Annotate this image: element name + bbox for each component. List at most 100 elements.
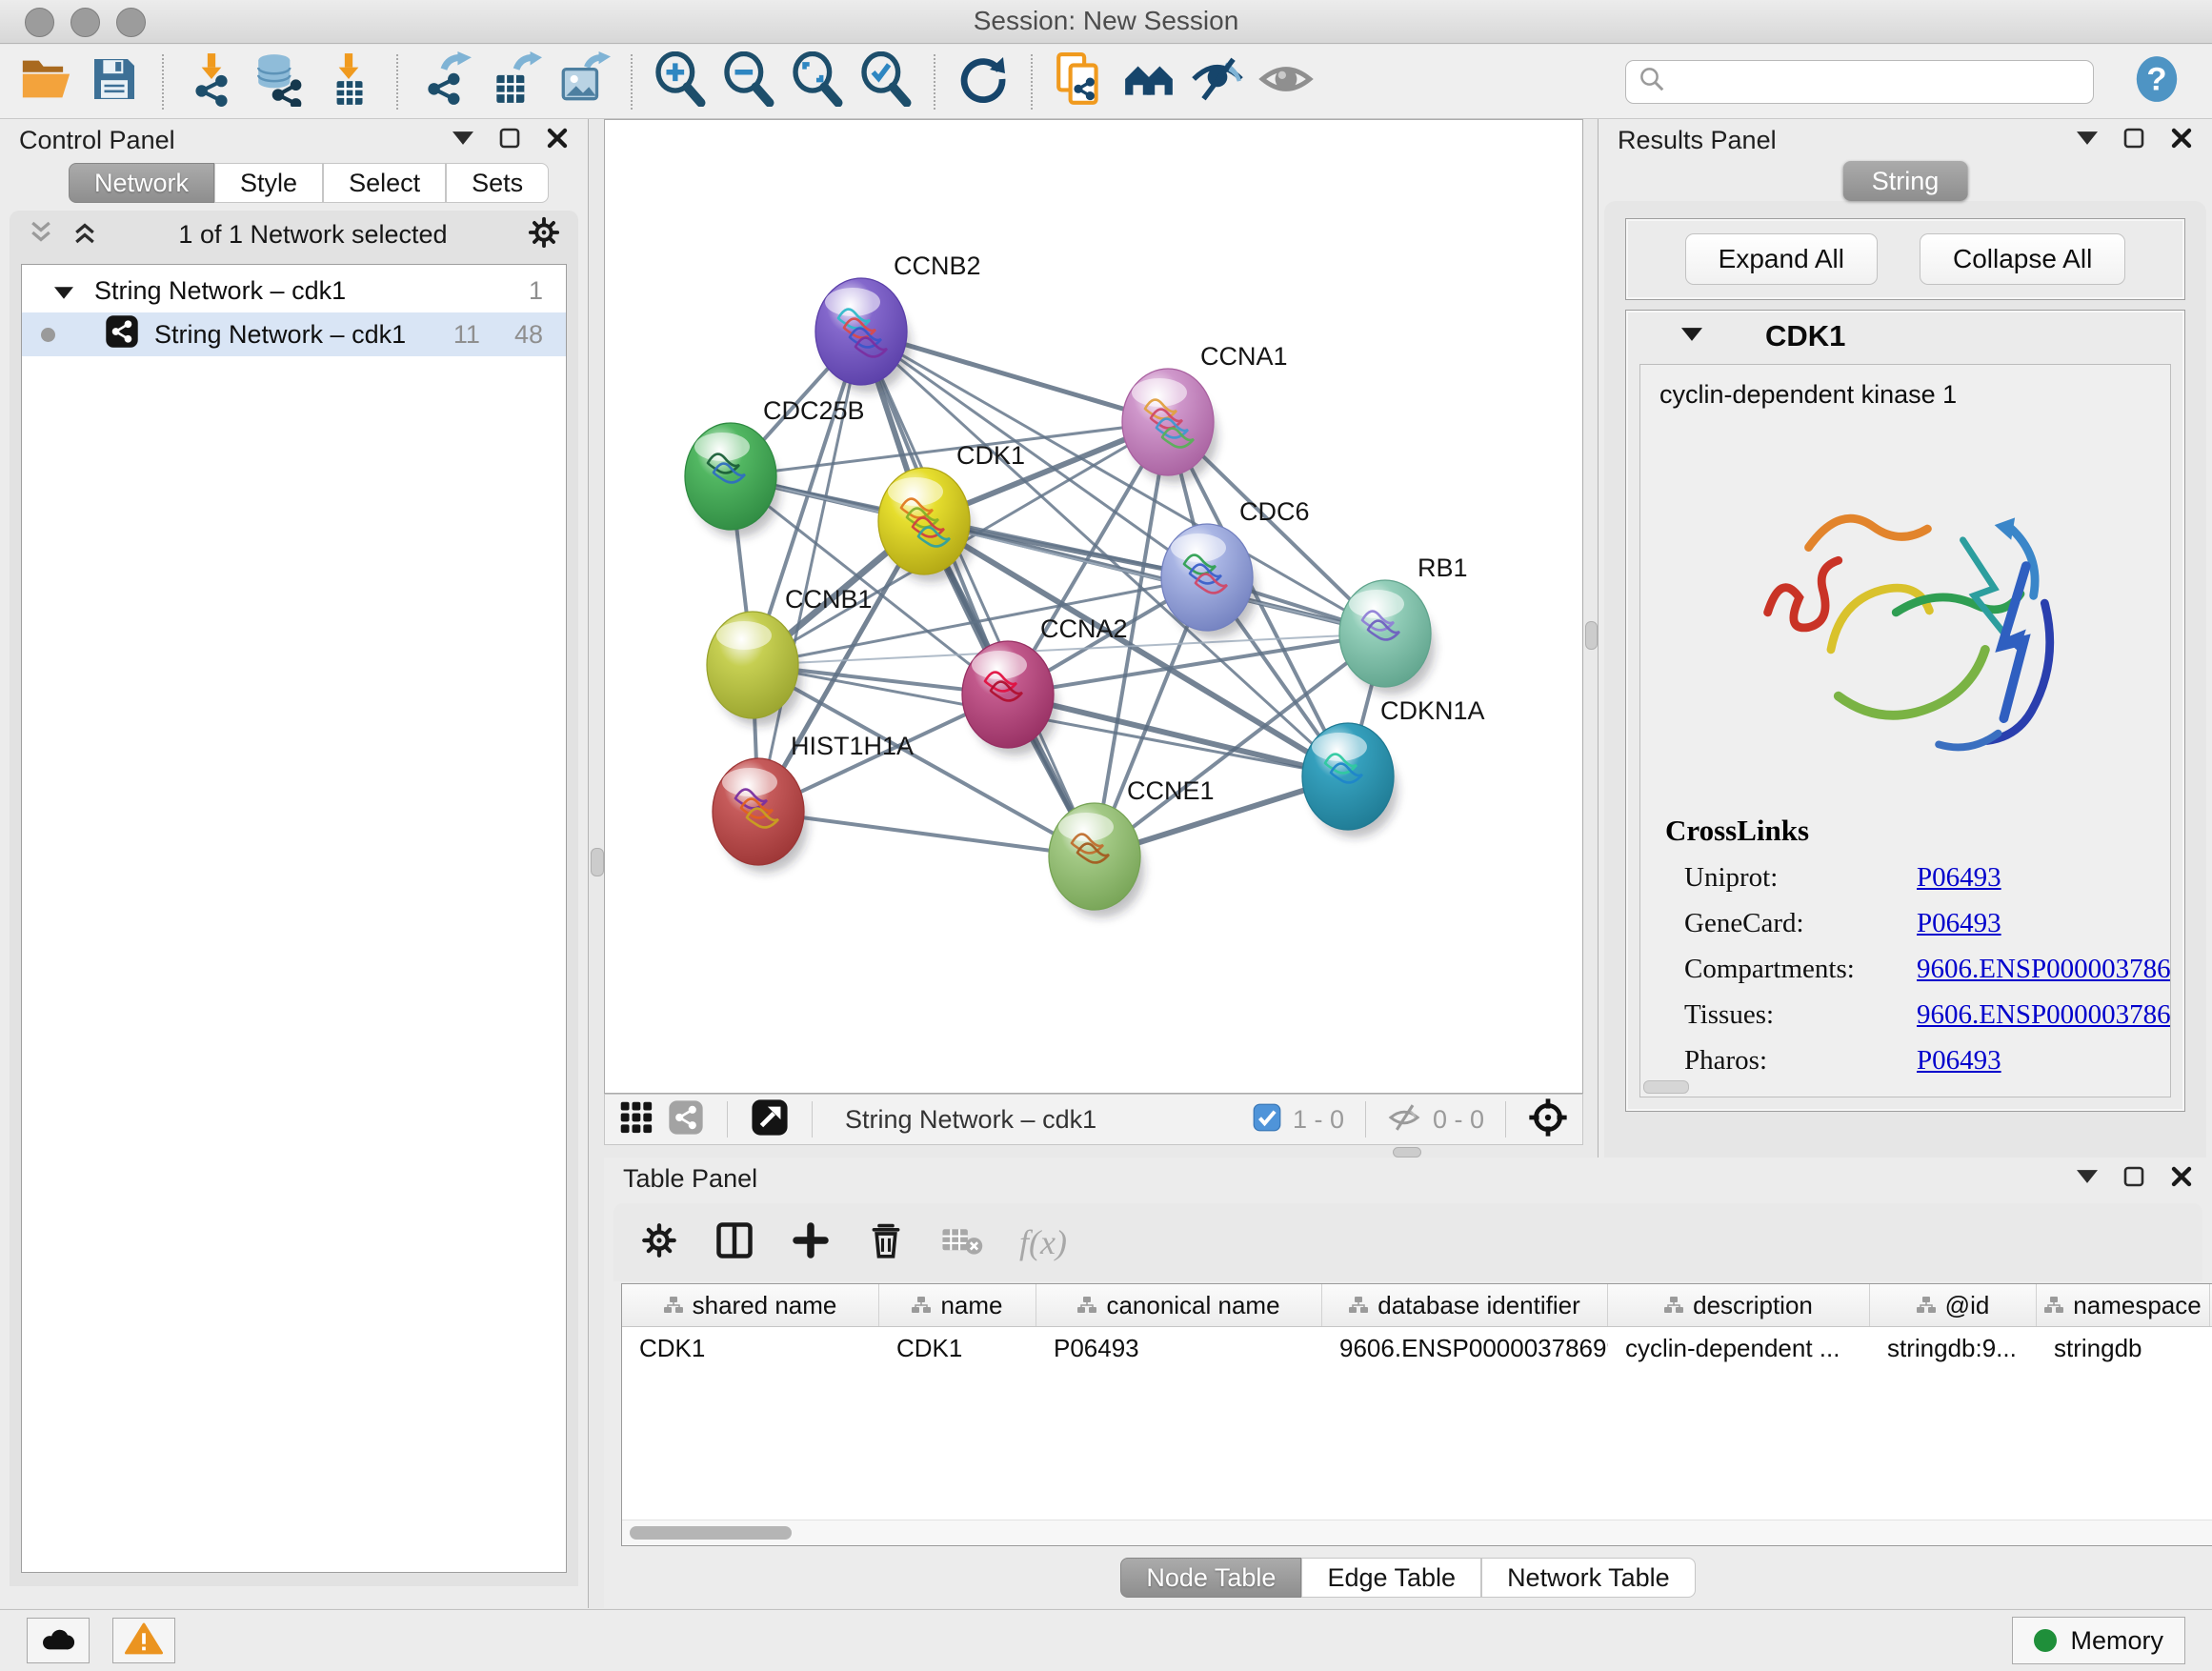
bottom-splitter-handle[interactable] bbox=[1393, 1147, 1421, 1158]
delete-column-icon[interactable] bbox=[867, 1220, 905, 1265]
panel-float-icon[interactable] bbox=[2122, 127, 2145, 154]
network-graph[interactable]: CCNB2CCNA1CDC25BCDK1CDC6RB1CCNB1CCNA2CDK… bbox=[605, 120, 1582, 1093]
entry-caret-icon[interactable] bbox=[1681, 328, 1702, 346]
tab-style[interactable]: Style bbox=[214, 163, 323, 203]
panel-menu-caret-icon[interactable] bbox=[2077, 131, 2098, 150]
import-table-button[interactable] bbox=[316, 50, 381, 114]
tab-string[interactable]: String bbox=[1843, 161, 1968, 201]
table-cell[interactable]: stringdb bbox=[2037, 1327, 2210, 1369]
search-input[interactable] bbox=[1676, 66, 2081, 97]
memory-button[interactable]: Memory bbox=[2012, 1617, 2185, 1664]
table-cell[interactable]: stringdb:9... bbox=[1870, 1327, 2037, 1369]
detach-view-icon[interactable] bbox=[751, 1098, 789, 1141]
tree-caret-icon[interactable] bbox=[54, 276, 73, 306]
import-network-database-button[interactable] bbox=[248, 50, 312, 114]
string-protein-query-button[interactable] bbox=[1048, 50, 1113, 114]
window-zoom-button[interactable] bbox=[116, 8, 146, 37]
zoom-in-button[interactable] bbox=[648, 50, 713, 114]
import-network-file-button[interactable] bbox=[179, 50, 244, 114]
crosslink-link[interactable]: 9606.ENSP00000378699 bbox=[1917, 954, 2171, 985]
expand-all-button[interactable]: Expand All bbox=[1685, 233, 1878, 285]
show-columns-icon[interactable] bbox=[714, 1220, 754, 1265]
tab-edge-table[interactable]: Edge Table bbox=[1301, 1558, 1481, 1598]
table-row[interactable]: CDK1CDK1P064939606.ENSP00000378699cyclin… bbox=[622, 1327, 2212, 1369]
panel-close-icon[interactable] bbox=[2170, 127, 2193, 154]
column-header-database-identifier[interactable]: database identifier bbox=[1322, 1284, 1608, 1326]
zoom-selected-button[interactable] bbox=[854, 50, 918, 114]
table-gear-icon[interactable] bbox=[640, 1221, 678, 1264]
column-header-canonical-name[interactable]: canonical name bbox=[1036, 1284, 1322, 1326]
crosslinks-list: Uniprot:P06493GeneCard:P06493Compartment… bbox=[1640, 862, 2170, 1077]
panel-menu-caret-icon[interactable] bbox=[452, 131, 473, 150]
column-header-shared-name[interactable]: shared name bbox=[622, 1284, 879, 1326]
tab-node-table[interactable]: Node Table bbox=[1120, 1558, 1301, 1598]
toolbar-search[interactable] bbox=[1625, 60, 2094, 104]
toolbar-separator bbox=[727, 1101, 728, 1137]
window-close-button[interactable] bbox=[25, 8, 54, 37]
export-table-button[interactable] bbox=[482, 50, 547, 114]
application-window: Session: New Session bbox=[0, 0, 2212, 1671]
selected-checkbox-icon[interactable] bbox=[1253, 1103, 1281, 1137]
crosslink-link[interactable]: P06493 bbox=[1917, 908, 2001, 939]
table-cell[interactable]: cyclin-dependent ... bbox=[1608, 1327, 1870, 1369]
node-table[interactable]: shared namenamecanonical namedatabase id… bbox=[621, 1283, 2212, 1546]
graph-edge[interactable] bbox=[758, 812, 1095, 856]
zoom-out-button[interactable] bbox=[716, 50, 781, 114]
expand-all-networks-icon[interactable] bbox=[70, 218, 99, 252]
table-cell[interactable]: P06493 bbox=[1036, 1327, 1322, 1369]
right-splitter-handle[interactable] bbox=[1585, 621, 1598, 650]
table-hscrollbar[interactable] bbox=[622, 1520, 2212, 1545]
left-splitter-handle[interactable] bbox=[591, 848, 604, 876]
column-header--id[interactable]: @id bbox=[1870, 1284, 2037, 1326]
warning-button[interactable] bbox=[112, 1618, 175, 1663]
table-cell[interactable]: 9606.ENSP00000378699 bbox=[1322, 1327, 1608, 1369]
network-collection-row[interactable]: String Network – cdk1 1 bbox=[22, 269, 566, 312]
graph-edge[interactable] bbox=[861, 332, 1095, 856]
table-panel-header: Table Panel bbox=[604, 1158, 2212, 1199]
panel-close-icon[interactable] bbox=[546, 127, 569, 154]
help-button[interactable]: ? bbox=[2124, 50, 2189, 114]
grid-view-icon[interactable] bbox=[618, 1099, 654, 1140]
window-minimize-button[interactable] bbox=[70, 8, 100, 37]
table-cell[interactable]: CDK1 bbox=[622, 1327, 879, 1369]
panel-float-icon[interactable] bbox=[2122, 1165, 2145, 1193]
collapse-all-networks-icon[interactable] bbox=[27, 218, 55, 252]
tab-sets[interactable]: Sets bbox=[446, 163, 549, 203]
save-session-button[interactable] bbox=[82, 50, 147, 114]
zoom-fit-button[interactable] bbox=[785, 50, 850, 114]
column-header-namespace[interactable]: namespace bbox=[2037, 1284, 2210, 1326]
homes-button[interactable] bbox=[1116, 50, 1181, 114]
crosslink-link[interactable]: P06493 bbox=[1917, 1045, 2001, 1077]
cloud-button[interactable] bbox=[27, 1618, 90, 1663]
collapse-all-button[interactable]: Collapse All bbox=[1920, 233, 2125, 285]
show-hide-button[interactable] bbox=[1185, 50, 1250, 114]
column-header-description[interactable]: description bbox=[1608, 1284, 1870, 1326]
panel-menu-caret-icon[interactable] bbox=[2077, 1170, 2098, 1188]
network-share-icon[interactable] bbox=[668, 1099, 704, 1140]
crosshair-icon[interactable] bbox=[1527, 1097, 1569, 1143]
export-image-button[interactable] bbox=[551, 50, 615, 114]
crosslink-link[interactable]: 9606.ENSP00000378699 bbox=[1917, 999, 2171, 1031]
table-hscroll-thumb[interactable] bbox=[630, 1526, 792, 1540]
gear-icon[interactable] bbox=[527, 215, 561, 254]
zoom-out-icon bbox=[721, 51, 776, 111]
network-row[interactable]: String Network – cdk1 11 48 bbox=[22, 312, 566, 356]
hidden-eye-slash-icon[interactable] bbox=[1387, 1100, 1421, 1139]
export-network-button[interactable] bbox=[413, 50, 478, 114]
network-view[interactable]: CCNB2CCNA1CDC25BCDK1CDC6RB1CCNB1CCNA2CDK… bbox=[604, 119, 1583, 1094]
entry-hscroll-thumb[interactable] bbox=[1643, 1080, 1689, 1094]
gene-description: cyclin-dependent kinase 1 bbox=[1659, 380, 2170, 410]
tab-select[interactable]: Select bbox=[323, 163, 446, 203]
eye-button[interactable] bbox=[1254, 50, 1318, 114]
panel-close-icon[interactable] bbox=[2170, 1165, 2193, 1193]
crosslink-link[interactable]: P06493 bbox=[1917, 862, 2001, 894]
table-cell[interactable]: CDK1 bbox=[879, 1327, 1036, 1369]
tab-network[interactable]: Network bbox=[69, 163, 214, 203]
refresh-button[interactable] bbox=[951, 50, 1016, 114]
open-session-button[interactable] bbox=[13, 50, 78, 114]
add-column-icon[interactable] bbox=[791, 1220, 831, 1265]
gene-entry-header[interactable]: CDK1 bbox=[1626, 311, 2184, 362]
column-header-name[interactable]: name bbox=[879, 1284, 1036, 1326]
panel-float-icon[interactable] bbox=[498, 127, 521, 154]
tab-network-table[interactable]: Network Table bbox=[1481, 1558, 1696, 1598]
